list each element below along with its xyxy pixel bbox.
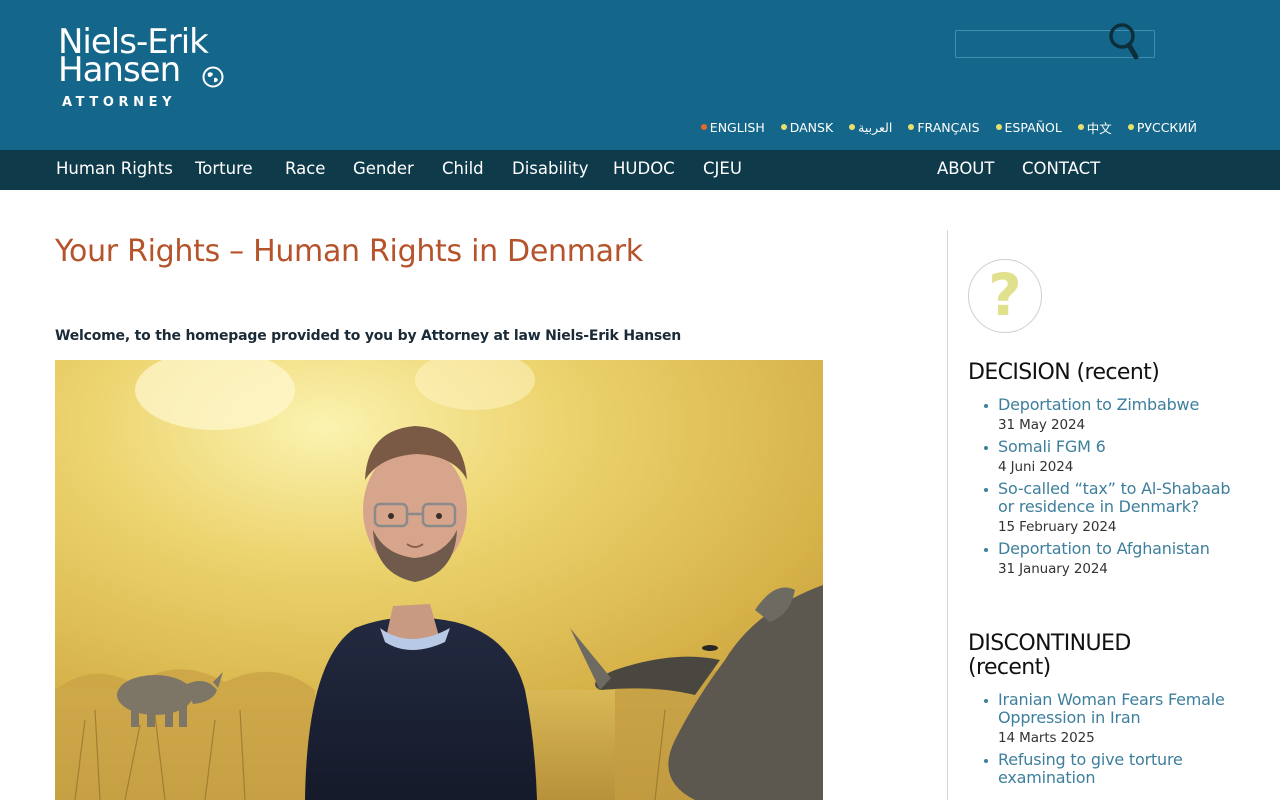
- case-link[interactable]: Refusing to give torture examination: [998, 751, 1238, 787]
- decision-heading: DECISION (recent): [968, 360, 1160, 385]
- bullet-dot-icon: [1127, 124, 1134, 130]
- logo-line-2: Hansen: [58, 50, 181, 90]
- nav-item[interactable]: Human Rights: [56, 150, 173, 190]
- bullet-dot-icon: [1077, 124, 1084, 130]
- list-item: Deportation to Zimbabwe 31 May 2024: [968, 396, 1238, 434]
- language-label: ESPAÑOL: [1004, 119, 1062, 135]
- list-item: So-called “tax” to Al-Shabaab or residen…: [968, 480, 1238, 536]
- nav-item[interactable]: Child: [442, 150, 484, 190]
- bullet-dot-icon: [995, 124, 1002, 130]
- nav-item[interactable]: HUDOC: [613, 150, 675, 190]
- language-label: DANSK: [789, 119, 834, 135]
- bullet-dot-icon: [700, 124, 707, 130]
- case-link[interactable]: Somali FGM 6: [998, 438, 1238, 456]
- globe-icon: [202, 66, 224, 88]
- sidebar-divider: [947, 230, 948, 800]
- nav-item[interactable]: Torture: [195, 150, 253, 190]
- language-label: ENGLISH: [709, 119, 765, 135]
- nav-item[interactable]: CJEU: [703, 150, 742, 190]
- welcome-text: Welcome, to the homepage provided to you…: [55, 328, 682, 344]
- nav-item-contact[interactable]: CONTACT: [1022, 150, 1100, 190]
- case-date: 4 Juni 2024: [998, 459, 1074, 475]
- question-mark-icon: ?: [968, 259, 1042, 333]
- search-input[interactable]: [956, 31, 1106, 57]
- language-link[interactable]: 中文: [1077, 118, 1112, 137]
- list-item: Somali FGM 6 4 Juni 2024: [968, 438, 1238, 476]
- case-link[interactable]: Iranian Woman Fears Female Oppression in…: [998, 691, 1238, 727]
- attorney-photo: [55, 360, 823, 800]
- language-link[interactable]: РУССКИЙ: [1127, 119, 1197, 135]
- discontinued-list: Iranian Woman Fears Female Oppression in…: [968, 691, 1238, 791]
- decision-list: Deportation to Zimbabwe 31 May 2024 Somali…: [968, 396, 1238, 582]
- case-link[interactable]: Deportation to Zimbabwe: [998, 396, 1238, 414]
- language-switcher: ENGLISH DANSK العربية FRANÇAIS ESPAÑOL 中文 РУСС…: [700, 118, 1197, 137]
- search-icon[interactable]: [1106, 19, 1146, 63]
- case-date: 15 February 2024: [998, 519, 1117, 535]
- nav-item[interactable]: Race: [285, 150, 325, 190]
- language-label: 中文: [1086, 120, 1112, 136]
- bullet-dot-icon: [780, 124, 787, 130]
- page-title: Your Rights – Human Rights in Denmark: [55, 234, 643, 269]
- language-link[interactable]: العربية: [849, 120, 892, 135]
- language-label: FRANÇAIS: [917, 119, 980, 135]
- case-link[interactable]: So-called “tax” to Al-Shabaab or residen…: [998, 480, 1238, 516]
- nav-item[interactable]: Gender: [353, 150, 414, 190]
- case-date: 14 Marts 2025: [998, 730, 1095, 746]
- case-date: 31 May 2024: [998, 417, 1085, 433]
- list-item: Deportation to Afghanistan 31 January 202…: [968, 540, 1238, 578]
- language-label: العربية: [858, 119, 893, 135]
- bullet-dot-icon: [908, 124, 915, 130]
- language-link[interactable]: ENGLISH: [700, 119, 765, 135]
- case-link[interactable]: Deportation to Afghanistan: [998, 540, 1238, 558]
- main-navigation: Human Rights Torture Race Gender Child Disabi…: [0, 150, 1280, 190]
- site-header: Niels-Erik Hansen ATTORNEY ENGLISH DANSK ا…: [0, 0, 1280, 150]
- nav-item-about[interactable]: ABOUT: [937, 150, 994, 190]
- logo-line-3: ATTORNEY: [62, 95, 177, 110]
- list-item: Refusing to give torture examination: [968, 751, 1238, 787]
- discontinued-heading: DISCONTINUED (recent): [968, 631, 1131, 680]
- bullet-dot-icon: [849, 124, 856, 130]
- language-link[interactable]: ESPAÑOL: [995, 119, 1062, 135]
- language-link[interactable]: DANSK: [780, 119, 834, 135]
- list-item: Iranian Woman Fears Female Oppression in…: [968, 691, 1238, 747]
- language-label: РУССКИЙ: [1136, 119, 1197, 135]
- nav-item[interactable]: Disability: [512, 150, 588, 190]
- site-logo[interactable]: Niels-Erik Hansen ATTORNEY: [58, 24, 230, 116]
- search-box: [955, 23, 1155, 60]
- language-link[interactable]: FRANÇAIS: [908, 119, 980, 135]
- case-date: 31 January 2024: [998, 561, 1108, 577]
